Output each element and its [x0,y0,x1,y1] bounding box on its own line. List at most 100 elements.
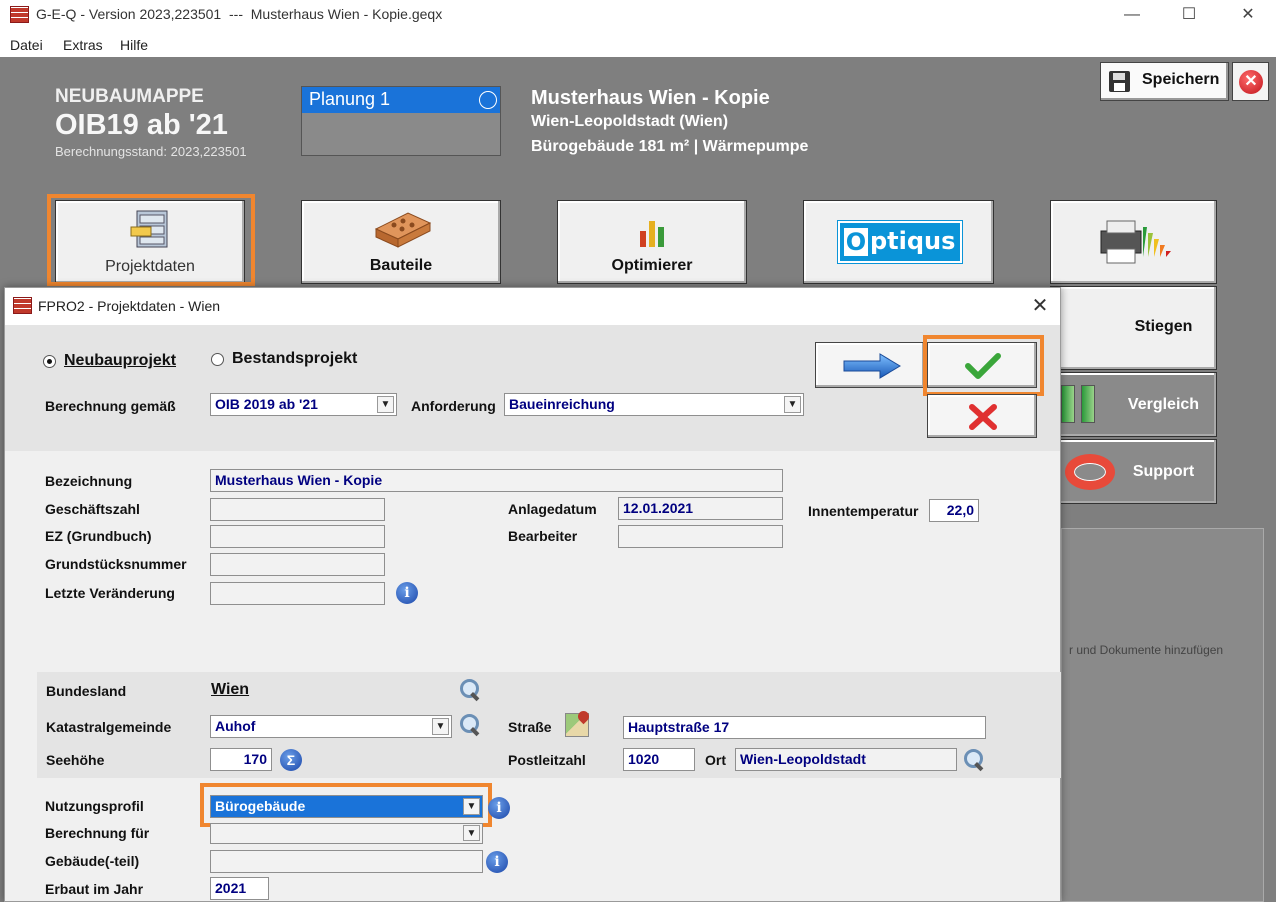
oib-version-title: OIB19 ab '21 [55,109,228,141]
strasse-label: Straße [508,719,552,735]
bauteile-button[interactable]: Bauteile [301,200,501,284]
dialog-title: FPRO2 - Projektdaten - Wien [38,298,221,314]
cancel-button[interactable] [927,394,1037,438]
ort-input[interactable]: Wien-Leopoldstadt [735,748,957,771]
anlagedatum-label: Anlagedatum [508,501,597,517]
vergleich-button[interactable]: Vergleich [1050,372,1217,437]
info-icon[interactable]: i [396,582,418,604]
sigma-icon[interactable]: Σ [280,749,302,771]
radio-neubauprojekt[interactable] [43,355,56,368]
cross-icon [969,404,997,430]
planning-radio-icon[interactable] [479,91,497,109]
optimierer-button[interactable]: Optimierer [557,200,747,284]
search-icon[interactable] [459,678,483,702]
katastralgemeinde-value: Auhof [215,718,256,734]
minimize-button[interactable]: — [1112,3,1152,27]
bezeichnung-label: Bezeichnung [45,473,133,489]
folder-type-label: NEUBAUMAPPE [55,86,204,107]
ez-input[interactable] [210,525,385,548]
chevron-down-icon[interactable]: ▼ [784,396,801,413]
stiegen-label: Stiegen [1134,318,1193,335]
map-pin-icon[interactable] [565,713,589,737]
calc-basis-select[interactable]: OIB 2019 ab '21 ▼ [210,393,397,416]
grundstueck-label: Grundstücksnummer [45,556,187,572]
projektdaten-dialog: FPRO2 - Projektdaten - Wien ✕ Neubauproj… [4,287,1061,902]
radio-neubauprojekt-label[interactable]: Neubauprojekt [64,352,176,370]
bezeichnung-input[interactable]: Musterhaus Wien - Kopie [210,469,783,492]
berechnung-fuer-select[interactable]: ▼ [210,823,483,844]
calc-basis-value: OIB 2019 ab '21 [215,396,318,412]
project-info: Bürogebäude 181 m² | Wärmepumpe [531,138,809,155]
bearbeiter-input[interactable] [618,525,783,548]
dialog-brick-icon [13,297,32,314]
planning-list[interactable]: Planung 1 [301,86,501,156]
chevron-down-icon[interactable]: ▼ [377,396,394,413]
geschaeftszahl-input[interactable] [210,498,385,521]
letzte-veraenderung-input[interactable] [210,582,385,605]
calc-basis-label: Berechnung gemäß [45,398,176,414]
erbaut-label: Erbaut im Jahr [45,881,144,897]
requirement-select[interactable]: Baueinreichung ▼ [504,393,804,416]
next-button[interactable] [815,342,925,388]
radio-bestandsprojekt-label[interactable]: Bestandsprojekt [232,350,357,368]
katastralgemeinde-label: Katastralgemeinde [46,719,172,735]
save-button[interactable]: Speichern [1100,62,1229,101]
seehoehe-input[interactable]: 170 [210,748,272,771]
search-icon[interactable] [963,748,987,772]
ez-label: EZ (Grundbuch) [45,528,152,544]
confirm-highlight [923,335,1044,396]
innentemperatur-input[interactable]: 22,0 [929,499,979,522]
window-title: G-E-Q - Version 2023,223501 --- Musterha… [36,6,443,22]
planning-item-selected[interactable]: Planung 1 [302,87,500,113]
info-icon[interactable]: i [486,851,508,873]
window-titlebar: G-E-Q - Version 2023,223501 --- Musterha… [0,0,1276,30]
optiqus-button[interactable]: O ptiqus [803,200,994,284]
nutzungsprofil-highlight [200,783,492,827]
grundstueck-input[interactable] [210,553,385,576]
arrow-right-icon [843,353,901,379]
chevron-down-icon[interactable]: ▼ [463,825,480,841]
menu-datei[interactable]: Datei [10,37,43,53]
katastralgemeinde-select[interactable]: Auhof ▼ [210,715,452,738]
berechnung-fuer-label: Berechnung für [45,825,150,841]
project-location: Wien-Leopoldstadt (Wien) [531,113,729,130]
erbaut-input[interactable]: 2021 [210,877,269,900]
gebaeude-input[interactable] [210,850,483,873]
printer-energy-icon [1100,220,1171,264]
optimierer-label: Optimierer [611,257,693,274]
bundesland-label: Bundesland [46,683,127,699]
app-brick-icon [10,6,29,23]
dialog-close-button[interactable]: ✕ [1026,293,1054,319]
documents-hint: r und Dokumente hinzufügen [1069,643,1224,657]
calc-state-text: Berechnungsstand: 2023,223501 [55,144,247,159]
chevron-down-icon[interactable]: ▼ [432,718,449,735]
info-icon[interactable]: i [488,797,510,819]
letzte-veraenderung-label: Letzte Veränderung [45,585,175,601]
menu-hilfe[interactable]: Hilfe [120,37,148,53]
bundesland-value[interactable]: Wien [211,681,249,699]
search-icon[interactable] [459,713,483,737]
strasse-input[interactable]: Hauptstraße 17 [623,716,986,739]
stiegen-button[interactable]: Stiegen [1050,286,1217,370]
postleitzahl-input[interactable]: 1020 [623,748,695,771]
ort-label: Ort [705,752,726,768]
seehoehe-label: Seehöhe [46,752,105,768]
documents-panel[interactable] [1061,528,1264,902]
close-project-button[interactable]: ✕ [1232,62,1269,101]
close-window-button[interactable]: ✕ [1228,3,1268,27]
anlagedatum-input[interactable]: 12.01.2021 [618,497,783,520]
maximize-button[interactable]: ☐ [1169,3,1209,27]
requirement-value: Baueinreichung [509,396,615,412]
innentemperatur-label: Innentemperatur [808,503,919,519]
requirement-label: Anforderung [411,398,496,414]
menu-extras[interactable]: Extras [63,37,103,53]
support-label: Support [1132,463,1195,480]
radio-bestandsprojekt[interactable] [211,353,224,366]
energy-certificate-button[interactable] [1050,200,1217,284]
close-red-icon: ✕ [1239,70,1263,94]
support-button[interactable]: Support [1050,439,1217,504]
dialog-titlebar: FPRO2 - Projektdaten - Wien ✕ [5,288,1060,325]
project-title: Musterhaus Wien - Kopie [531,87,770,109]
planning-item-label: Planung 1 [309,89,391,109]
optiqus-logo: O ptiqus [837,220,963,264]
